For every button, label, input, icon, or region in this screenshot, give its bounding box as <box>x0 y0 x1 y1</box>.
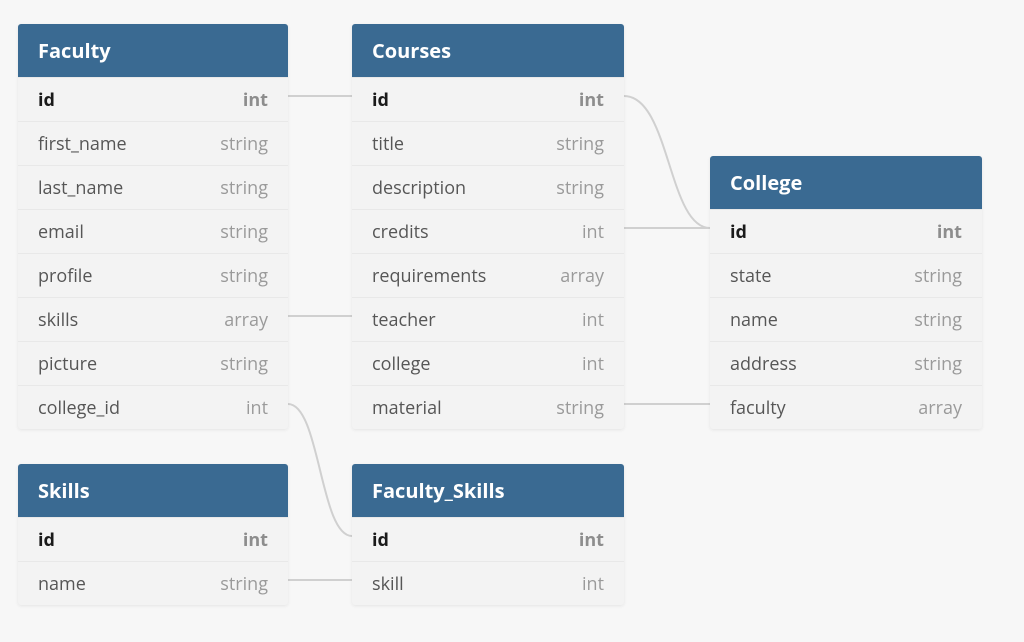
field-type: array <box>560 264 604 288</box>
table-row: id int <box>352 517 624 561</box>
entity-college: College id int state string name string add… <box>710 156 982 429</box>
field-type: string <box>220 264 268 288</box>
table-row: name string <box>18 561 288 605</box>
field-name: title <box>372 132 404 156</box>
field-name: skills <box>38 308 78 332</box>
field-type: int <box>937 220 962 244</box>
field-name: id <box>372 528 389 552</box>
table-row: skills array <box>18 297 288 341</box>
field-name: state <box>730 264 772 288</box>
field-name: address <box>730 352 797 376</box>
field-type: string <box>914 264 962 288</box>
field-type: string <box>220 176 268 200</box>
field-type: int <box>246 396 268 420</box>
field-name: id <box>372 88 389 112</box>
table-row: name string <box>710 297 982 341</box>
entity-header-faculty: Faculty <box>18 24 288 77</box>
field-name: teacher <box>372 308 436 332</box>
field-name: skill <box>372 572 404 596</box>
entity-faculty-skills: Faculty_Skills id int skill int <box>352 464 624 605</box>
entity-header-faculty-skills: Faculty_Skills <box>352 464 624 517</box>
field-name: id <box>38 528 55 552</box>
field-name: id <box>730 220 747 244</box>
table-row: credits int <box>352 209 624 253</box>
field-type: int <box>582 352 604 376</box>
field-name: id <box>38 88 55 112</box>
entity-header-courses: Courses <box>352 24 624 77</box>
field-name: last_name <box>38 176 123 200</box>
field-name: college_id <box>38 396 120 420</box>
field-type: string <box>556 176 604 200</box>
field-type: string <box>220 132 268 156</box>
field-type: string <box>220 572 268 596</box>
table-row: description string <box>352 165 624 209</box>
field-name: material <box>372 396 442 420</box>
table-row: teacher int <box>352 297 624 341</box>
table-row: first_name string <box>18 121 288 165</box>
table-row: skill int <box>352 561 624 605</box>
field-name: email <box>38 220 84 244</box>
table-row: material string <box>352 385 624 429</box>
field-name: first_name <box>38 132 127 156</box>
field-type: array <box>224 308 268 332</box>
field-name: description <box>372 176 466 200</box>
table-row: id int <box>710 209 982 253</box>
table-row: id int <box>352 77 624 121</box>
table-row: state string <box>710 253 982 297</box>
field-name: picture <box>38 352 97 376</box>
field-type: int <box>582 308 604 332</box>
entity-faculty: Faculty idint first_namestring last_name… <box>18 24 288 429</box>
field-type: string <box>914 308 962 332</box>
table-row: college int <box>352 341 624 385</box>
field-type: int <box>582 220 604 244</box>
table-row: email string <box>18 209 288 253</box>
field-name: profile <box>38 264 92 288</box>
field-type: string <box>556 132 604 156</box>
table-row: last_name string <box>18 165 288 209</box>
field-name: name <box>730 308 778 332</box>
entity-header-skills: Skills <box>18 464 288 517</box>
table-row: picture string <box>18 341 288 385</box>
entity-courses: Courses id int title string description str… <box>352 24 624 429</box>
table-row: address string <box>710 341 982 385</box>
field-type: array <box>918 396 962 420</box>
table-row: college_id int <box>18 385 288 429</box>
field-type: int <box>582 572 604 596</box>
entity-header-college: College <box>710 156 982 209</box>
entity-skills: Skills id int name string <box>18 464 288 605</box>
field-type: int <box>579 88 604 112</box>
field-type: string <box>220 352 268 376</box>
field-type: string <box>914 352 962 376</box>
field-name: requirements <box>372 264 486 288</box>
field-type: int <box>243 528 268 552</box>
field-type: int <box>579 528 604 552</box>
field-name: name <box>38 572 86 596</box>
field-name: college <box>372 352 431 376</box>
table-row: id int <box>18 517 288 561</box>
table-row: id int <box>18 77 288 121</box>
table-row: requirements array <box>352 253 624 297</box>
table-row: profile string <box>18 253 288 297</box>
table-row: title string <box>352 121 624 165</box>
table-row: faculty array <box>710 385 982 429</box>
field-type: string <box>220 220 268 244</box>
field-name: faculty <box>730 396 786 420</box>
field-name: credits <box>372 220 429 244</box>
field-type: string <box>556 396 604 420</box>
field-type: int <box>243 88 268 112</box>
